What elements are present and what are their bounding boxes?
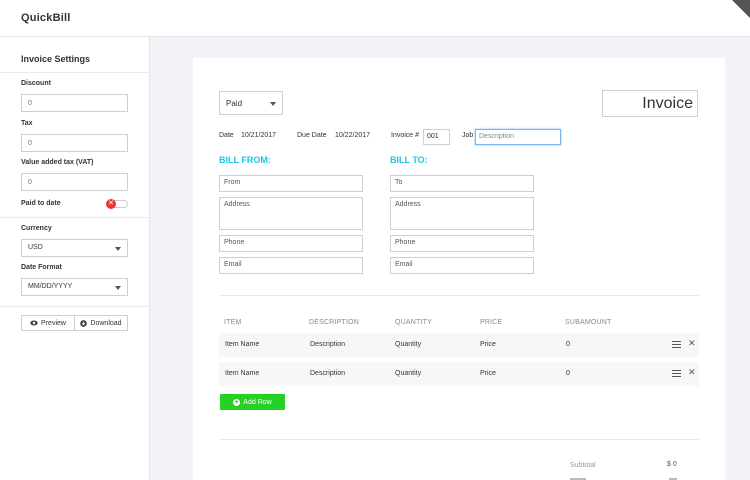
date-value[interactable]: 10/21/2017 — [241, 132, 276, 139]
subtotal-label: Subtotal — [570, 462, 596, 469]
bill-from-heading: BILL FROM: — [219, 155, 271, 165]
chevron-down-icon — [115, 247, 121, 251]
export-button-group: Preview Download — [21, 315, 128, 331]
item-description-input[interactable]: Description — [310, 341, 345, 348]
due-date-value[interactable]: 10/22/2017 — [335, 132, 370, 139]
column-header-subamount: SUBAMOUNT — [565, 319, 612, 326]
preview-button[interactable]: Preview — [22, 316, 74, 330]
date-label: Date — [219, 132, 234, 139]
from-phone-field[interactable]: Phone — [219, 235, 363, 252]
item-name-input[interactable]: Item Name — [225, 370, 259, 377]
divider — [0, 217, 150, 218]
bill-to-heading: BILL TO: — [390, 155, 428, 165]
vat-label: Value added tax (VAT) — [21, 159, 94, 166]
due-date-label: Due Date — [297, 132, 327, 139]
hamburger-icon[interactable] — [672, 370, 681, 377]
invoice-card: Paid Invoice Date 10/21/2017 Due Date 10… — [193, 58, 725, 480]
status-select[interactable]: Paid — [219, 91, 283, 115]
paid-to-date-toggle[interactable]: ✕ — [106, 199, 128, 209]
from-field[interactable]: From — [219, 175, 363, 192]
corner-ribbon-icon[interactable] — [732, 0, 750, 18]
paid-to-date-label: Paid to date — [21, 200, 61, 207]
x-icon: ✕ — [106, 199, 116, 209]
divider — [219, 295, 699, 296]
currency-select[interactable]: USD — [21, 239, 128, 257]
discount-input[interactable] — [21, 94, 128, 112]
to-phone-field[interactable]: Phone — [390, 235, 534, 252]
table-row: Item Name Description Quantity Price 0 ✕ — [219, 362, 699, 386]
download-icon — [80, 319, 88, 327]
hamburger-icon[interactable] — [672, 341, 681, 348]
subtotal-value: $ 0 — [667, 461, 677, 468]
item-description-input[interactable]: Description — [310, 370, 345, 377]
plus-circle-icon: + — [233, 398, 241, 406]
close-icon[interactable]: ✕ — [688, 338, 696, 349]
to-field[interactable]: To — [390, 175, 534, 192]
sidebar-title: Invoice Settings — [21, 54, 91, 64]
table-row: Item Name Description Quantity Price 0 ✕ — [219, 333, 699, 357]
chevron-down-icon — [270, 102, 276, 106]
invoice-number-label: Invoice # — [391, 132, 420, 139]
settings-sidebar: Invoice Settings Discount Tax Value adde… — [0, 37, 150, 480]
from-address-field[interactable]: Address — [219, 197, 363, 230]
currency-label: Currency — [21, 225, 52, 232]
column-header-price: PRICE — [480, 319, 503, 326]
job-description-input[interactable]: Description — [475, 129, 561, 145]
vat-input[interactable] — [21, 173, 128, 191]
to-email-field[interactable]: Email — [390, 257, 534, 274]
close-icon[interactable]: ✕ — [688, 367, 696, 378]
column-header-item: ITEM — [224, 319, 242, 326]
invoice-title-input[interactable]: Invoice — [602, 90, 698, 117]
item-price-input[interactable]: Price — [480, 370, 496, 377]
column-header-description: DESCRIPTION — [309, 319, 360, 326]
from-email-field[interactable]: Email — [219, 257, 363, 274]
item-quantity-input[interactable]: Quantity — [395, 341, 421, 348]
status-value: Paid — [226, 99, 243, 108]
to-address-field[interactable]: Address — [390, 197, 534, 230]
divider — [219, 439, 699, 440]
top-bar: QuickBill — [0, 0, 750, 37]
item-subamount: 0 — [566, 370, 570, 377]
job-label: Job — [462, 132, 474, 139]
add-row-label: Add Row — [243, 398, 272, 406]
item-subamount: 0 — [566, 341, 570, 348]
download-label: Download — [90, 319, 122, 327]
tax-label: Tax — [21, 120, 33, 127]
divider — [0, 72, 150, 73]
discount-label: Discount — [21, 80, 51, 87]
eye-icon — [30, 320, 38, 326]
preview-label: Preview — [41, 319, 66, 327]
item-price-input[interactable]: Price — [480, 341, 496, 348]
add-row-button[interactable]: + Add Row — [220, 394, 285, 410]
date-format-value: MM/DD/YYYY — [28, 283, 73, 290]
chevron-down-icon — [115, 286, 121, 290]
tax-input[interactable] — [21, 134, 128, 152]
divider — [0, 306, 150, 307]
cropped-text — [570, 476, 590, 480]
date-format-select[interactable]: MM/DD/YYYY — [21, 278, 128, 296]
item-quantity-input[interactable]: Quantity — [395, 370, 421, 377]
date-format-label: Date Format — [21, 264, 62, 271]
column-header-quantity: QUANTITY — [395, 319, 432, 326]
cropped-text — [669, 476, 679, 480]
currency-value: USD — [28, 244, 43, 251]
item-name-input[interactable]: Item Name — [225, 341, 259, 348]
download-button[interactable]: Download — [74, 316, 127, 330]
invoice-number-input[interactable]: 001 — [423, 129, 450, 145]
app-title: QuickBill — [21, 12, 71, 24]
